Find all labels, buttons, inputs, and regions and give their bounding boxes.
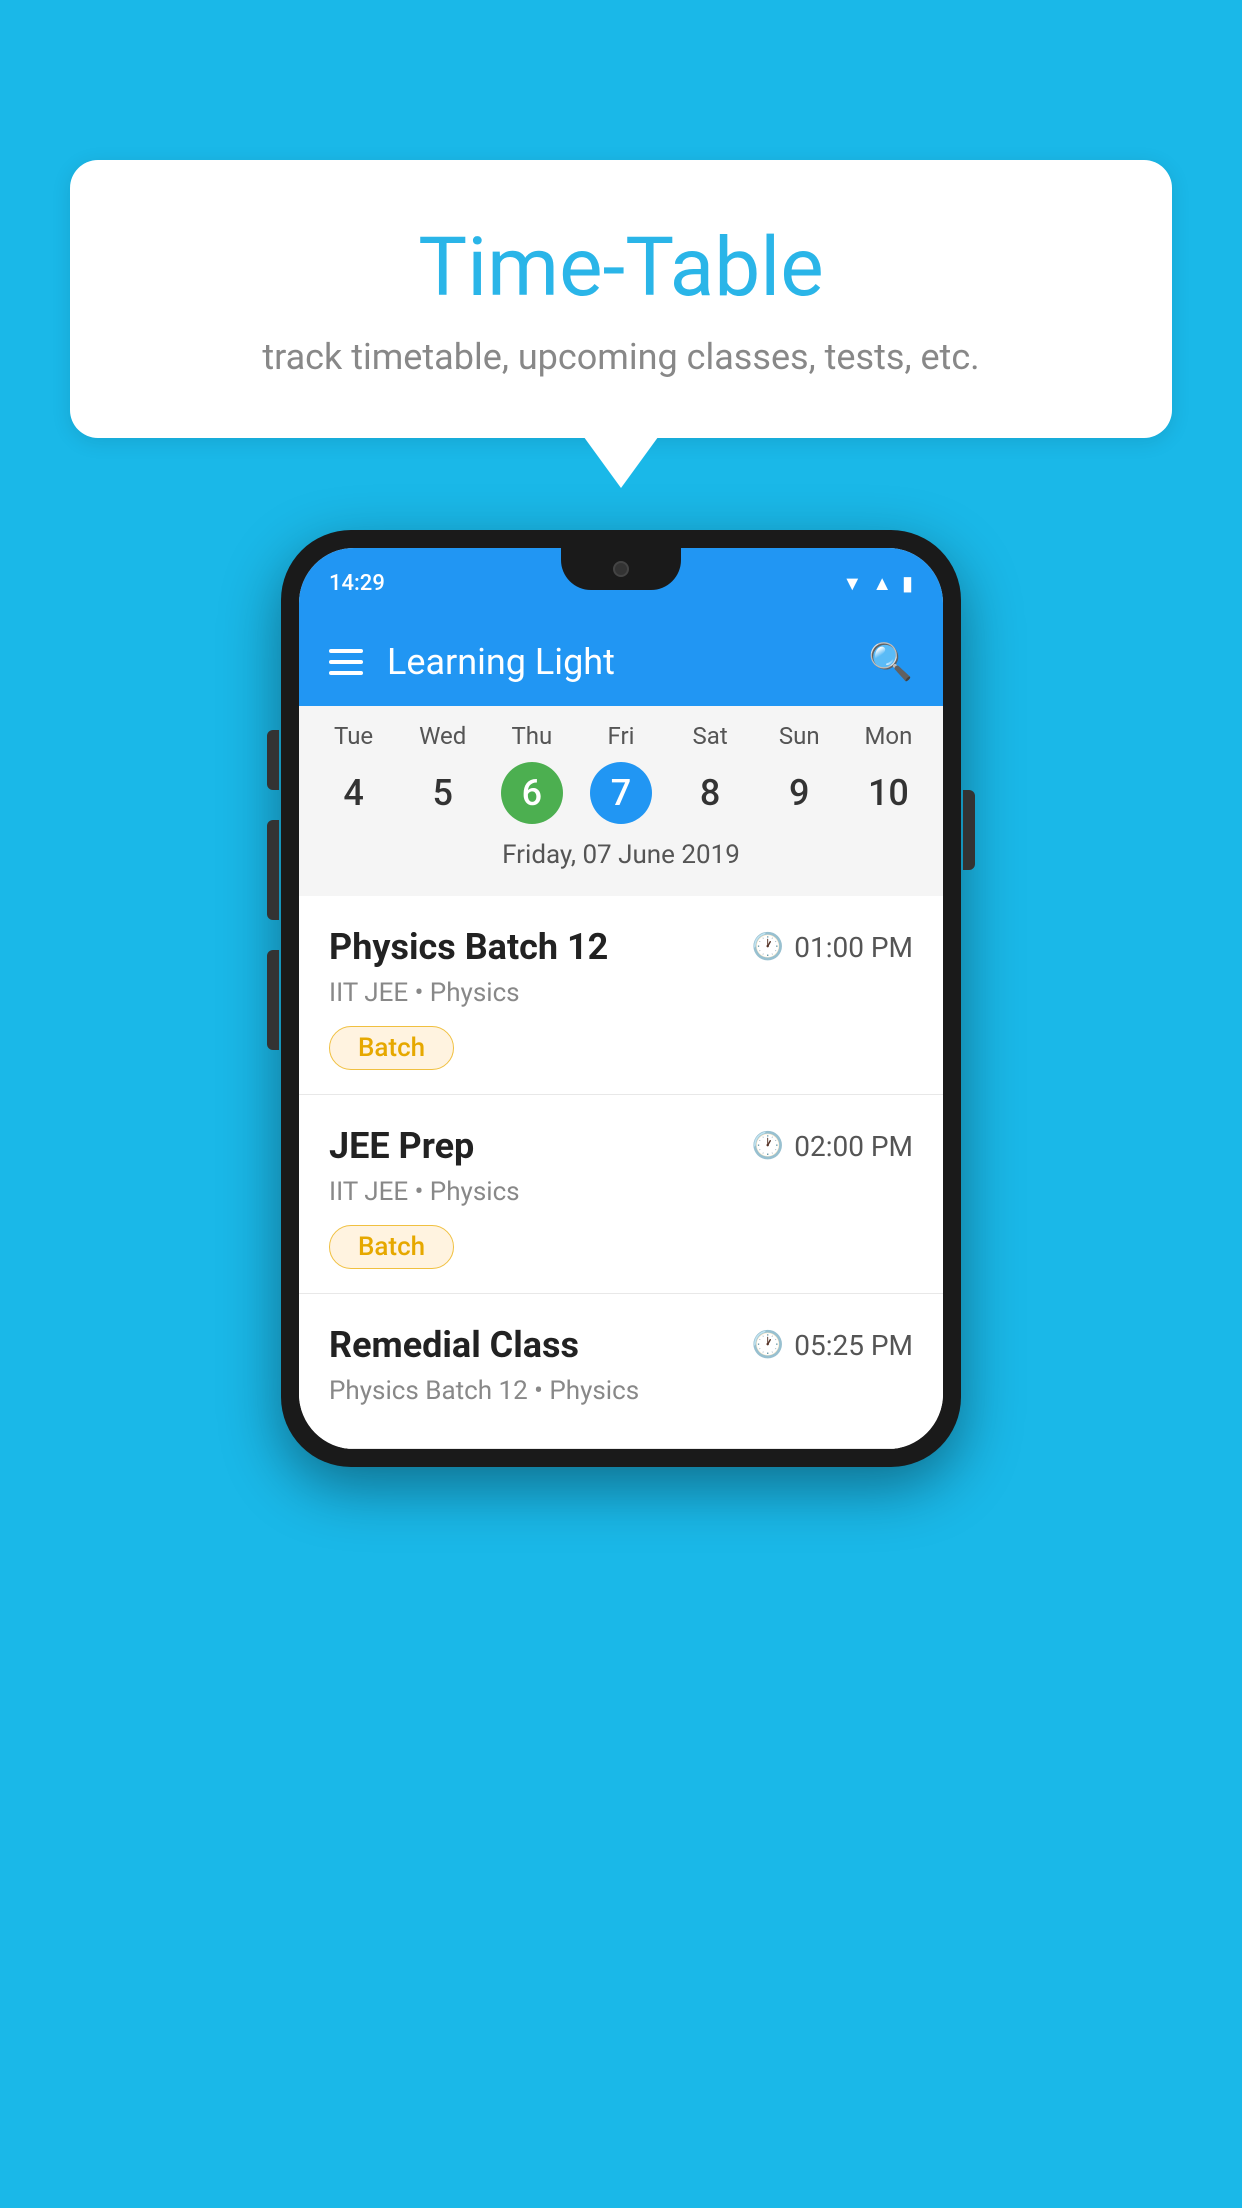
speech-bubble-container: Time-Table track timetable, upcoming cla… <box>70 160 1172 438</box>
day-wed: Wed <box>398 722 487 750</box>
date-5[interactable]: 5 <box>398 762 487 824</box>
clock-icon-1: 🕐 <box>752 932 784 962</box>
clock-icon-3: 🕐 <box>752 1330 784 1360</box>
bubble-subtitle: track timetable, upcoming classes, tests… <box>150 336 1092 378</box>
day-headers: Tue Wed Thu Fri Sat Sun Mon <box>299 706 943 758</box>
status-time: 14:29 <box>329 571 385 596</box>
phone-screen: 14:29 ▼ ▲ ▮ Learning <box>299 548 943 1449</box>
batch-badge-1: Batch <box>329 1026 454 1070</box>
silent-button <box>267 950 279 1050</box>
schedule-subtitle-3: Physics Batch 12 • Physics <box>329 1376 913 1406</box>
app-bar-left: Learning Light <box>329 641 615 683</box>
notch <box>561 548 681 590</box>
schedule-time-1: 🕐 01:00 PM <box>752 931 913 964</box>
search-icon[interactable]: 🔍 <box>868 641 913 683</box>
phone-outer-frame: 14:29 ▼ ▲ ▮ Learning <box>281 530 961 1467</box>
date-10[interactable]: 10 <box>844 762 933 824</box>
day-thu: Thu <box>487 722 576 750</box>
date-4[interactable]: 4 <box>309 762 398 824</box>
schedule-time-2: 🕐 02:00 PM <box>752 1130 913 1163</box>
speech-bubble: Time-Table track timetable, upcoming cla… <box>70 160 1172 438</box>
calendar-section: Tue Wed Thu Fri Sat Sun Mon 4 5 6 7 8 9 … <box>299 706 943 896</box>
schedule-time-value-1: 01:00 PM <box>794 931 913 964</box>
schedule-item-2[interactable]: JEE Prep 🕐 02:00 PM IIT JEE • Physics Ba… <box>299 1095 943 1294</box>
hamburger-line-2 <box>329 660 363 664</box>
schedule-subtitle-1: IIT JEE • Physics <box>329 978 913 1008</box>
schedule-subtitle-2: IIT JEE • Physics <box>329 1177 913 1207</box>
app-bar: Learning Light 🔍 <box>299 618 943 706</box>
date-8[interactable]: 8 <box>666 762 755 824</box>
day-sat: Sat <box>666 722 755 750</box>
schedule-title-3: Remedial Class <box>329 1324 579 1366</box>
schedule-item-3[interactable]: Remedial Class 🕐 05:25 PM Physics Batch … <box>299 1294 943 1449</box>
volume-up-button <box>267 730 279 790</box>
status-bar: 14:29 ▼ ▲ ▮ <box>299 548 943 618</box>
wifi-icon: ▼ <box>842 571 862 596</box>
schedule-item-2-header: JEE Prep 🕐 02:00 PM <box>329 1125 913 1167</box>
schedule-title-1: Physics Batch 12 <box>329 926 608 968</box>
app-title: Learning Light <box>387 641 615 683</box>
schedule-item-1-header: Physics Batch 12 🕐 01:00 PM <box>329 926 913 968</box>
day-sun: Sun <box>755 722 844 750</box>
selected-date-label: Friday, 07 June 2019 <box>299 832 943 880</box>
volume-down-button <box>267 820 279 920</box>
day-fri: Fri <box>576 722 665 750</box>
date-9[interactable]: 9 <box>755 762 844 824</box>
hamburger-line-1 <box>329 649 363 653</box>
day-mon: Mon <box>844 722 933 750</box>
menu-button[interactable] <box>329 649 363 675</box>
status-icons: ▼ ▲ ▮ <box>842 571 913 596</box>
schedule-list: Physics Batch 12 🕐 01:00 PM IIT JEE • Ph… <box>299 896 943 1449</box>
schedule-time-value-3: 05:25 PM <box>794 1329 913 1362</box>
schedule-item-1[interactable]: Physics Batch 12 🕐 01:00 PM IIT JEE • Ph… <box>299 896 943 1095</box>
schedule-time-value-2: 02:00 PM <box>794 1130 913 1163</box>
schedule-title-2: JEE Prep <box>329 1125 474 1167</box>
front-camera <box>613 561 629 577</box>
phone-mockup: 14:29 ▼ ▲ ▮ Learning <box>281 530 961 1467</box>
date-7-selected[interactable]: 7 <box>590 762 652 824</box>
date-row: 4 5 6 7 8 9 10 <box>299 758 943 832</box>
date-6-today[interactable]: 6 <box>501 762 563 824</box>
clock-icon-2: 🕐 <box>752 1131 784 1161</box>
bubble-title: Time-Table <box>150 220 1092 316</box>
signal-icon: ▲ <box>872 571 892 596</box>
day-tue: Tue <box>309 722 398 750</box>
schedule-time-3: 🕐 05:25 PM <box>752 1329 913 1362</box>
hamburger-line-3 <box>329 671 363 675</box>
schedule-item-3-header: Remedial Class 🕐 05:25 PM <box>329 1324 913 1366</box>
battery-icon: ▮ <box>902 571 913 595</box>
power-button <box>963 790 975 870</box>
batch-badge-2: Batch <box>329 1225 454 1269</box>
